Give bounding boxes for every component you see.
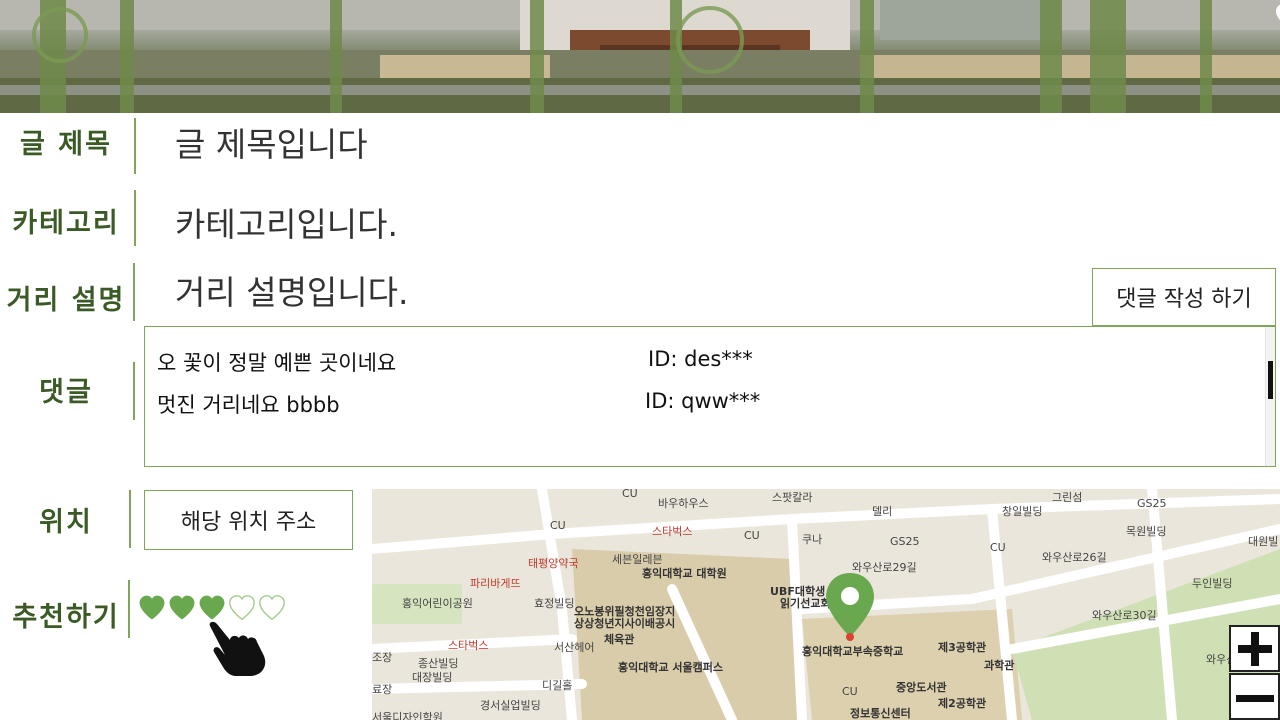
comment-text: 오 꽃이 정말 예쁜 곳이네요 (157, 351, 397, 375)
map-place-label: 홍익대학교 서울캠퍼스 (618, 661, 724, 674)
category-label: 카테고리 (12, 208, 120, 239)
comment-author-id: ID: qww*** (645, 389, 761, 413)
description-label: 거리 설명 (6, 285, 126, 316)
map-place-label: 태평양약국 (528, 557, 579, 570)
minus-icon (1236, 695, 1274, 702)
zoom-out-button[interactable] (1229, 673, 1280, 720)
divider (134, 118, 136, 174)
map-place-label: 두인빌딩 (1192, 577, 1233, 590)
rating-heart-icon[interactable] (167, 593, 197, 623)
map-place-label: 파리바게뜨 (470, 577, 521, 590)
map-place-label: 스타벅스 (652, 525, 693, 538)
map-place-label: 와우산로30길 (1092, 609, 1157, 622)
rating-heart-icon[interactable] (197, 593, 227, 623)
map-place-label: 서울디자인학원 (372, 711, 443, 720)
map-place-label: 쿠나 (802, 533, 823, 546)
rating-heart-icon[interactable] (137, 593, 167, 623)
post-title-value: 글 제목입니다 (175, 125, 368, 164)
comment-scrollbar[interactable] (1265, 327, 1275, 466)
divider (128, 580, 130, 638)
map-place-label: 중앙도서관 (896, 681, 947, 694)
map-place-label: 델리 (872, 505, 893, 518)
scrollbar-thumb[interactable] (1268, 361, 1273, 399)
map-place-label: GS25 (890, 535, 920, 548)
location-address-button[interactable]: 해당 위치 주소 (144, 490, 353, 550)
comment-label: 댓글 (39, 377, 93, 408)
recommend-rating[interactable] (137, 593, 287, 623)
map-place-label: 효정빌딩 (534, 597, 575, 610)
map-place-label: CU (622, 489, 638, 500)
location-pin-icon[interactable] (824, 571, 876, 641)
map-place-label: 료장 (372, 683, 393, 696)
category-value: 카테고리입니다. (175, 205, 399, 244)
map-place-label: 서산헤어 (554, 641, 595, 654)
recommend-label: 추천하기 (12, 602, 120, 633)
comment-author-id: ID: des*** (648, 347, 753, 371)
title-label: 글 제목 (20, 129, 112, 160)
map-place-label: 목원빌딩 (1126, 525, 1167, 538)
map-place-label: 대장빌딩 (412, 671, 453, 684)
zoom-in-button[interactable] (1229, 625, 1280, 672)
comment-text: 멋진 거리네요 bbbb (157, 393, 340, 417)
header-banner-image (0, 0, 1280, 113)
rating-heart-icon[interactable] (257, 593, 287, 623)
map-place-label: 스타벅스 (448, 639, 489, 652)
map-place-label: CU (990, 541, 1006, 554)
map-place-label: 정보통신센터 (850, 707, 911, 720)
divider (134, 190, 136, 246)
map-place-label: 홍익대학교부속중학교 (802, 645, 904, 658)
map-place-label: 홍익어린이공원 (402, 597, 473, 610)
map-place-label: CU (842, 685, 858, 698)
map-place-label: 조장 (372, 651, 393, 664)
map-place-label: 디길홀 (542, 679, 573, 692)
map-place-label: 스팟칼라 (772, 491, 813, 504)
map-place-label: 과학관 (984, 659, 1015, 672)
plus-icon-stem (1251, 632, 1259, 666)
map-place-label: 경서실업빌딩 (480, 699, 541, 712)
banner-scenery (0, 0, 1280, 113)
rating-heart-icon[interactable] (227, 593, 257, 623)
map-place-label: 홍익대학교 대학원 (642, 567, 727, 580)
divider (133, 362, 135, 420)
divider (133, 263, 135, 321)
map-place-label: 와우산로26길 (1042, 551, 1107, 564)
map-place-label: CU (744, 529, 760, 542)
write-comment-button[interactable]: 댓글 작성 하기 (1092, 268, 1276, 326)
map-place-label: 창일빌딩 (1002, 505, 1043, 518)
map-place-label: 바우하우스 (658, 497, 709, 510)
description-value: 거리 설명입니다. (175, 273, 409, 312)
hand-pointer-icon (209, 621, 266, 676)
heart-icon (1275, 4, 1280, 21)
map-place-label: 대원빌 (1248, 535, 1279, 548)
location-map[interactable]: CU 바우하우스 스팟칼라 그린섬 GS25 CU 스타벅스 델리 창일빌딩 목… (372, 489, 1280, 720)
map-place-label: CU (550, 519, 566, 532)
map-place-label: GS25 (1137, 497, 1167, 510)
map-place-label: 상상청년지사이배공시 (574, 617, 676, 630)
comment-list[interactable]: 오 꽃이 정말 예쁜 곳이네요 ID: des*** 멋진 거리네요 bbbb … (144, 326, 1276, 467)
map-place-label: 그린섬 (1052, 491, 1083, 504)
divider (129, 490, 131, 548)
location-label: 위치 (39, 507, 93, 538)
map-place-label: 제3공학관 (938, 641, 987, 654)
map-place-label: 제2공학관 (938, 697, 987, 710)
map-place-label: 체육관 (604, 633, 635, 646)
